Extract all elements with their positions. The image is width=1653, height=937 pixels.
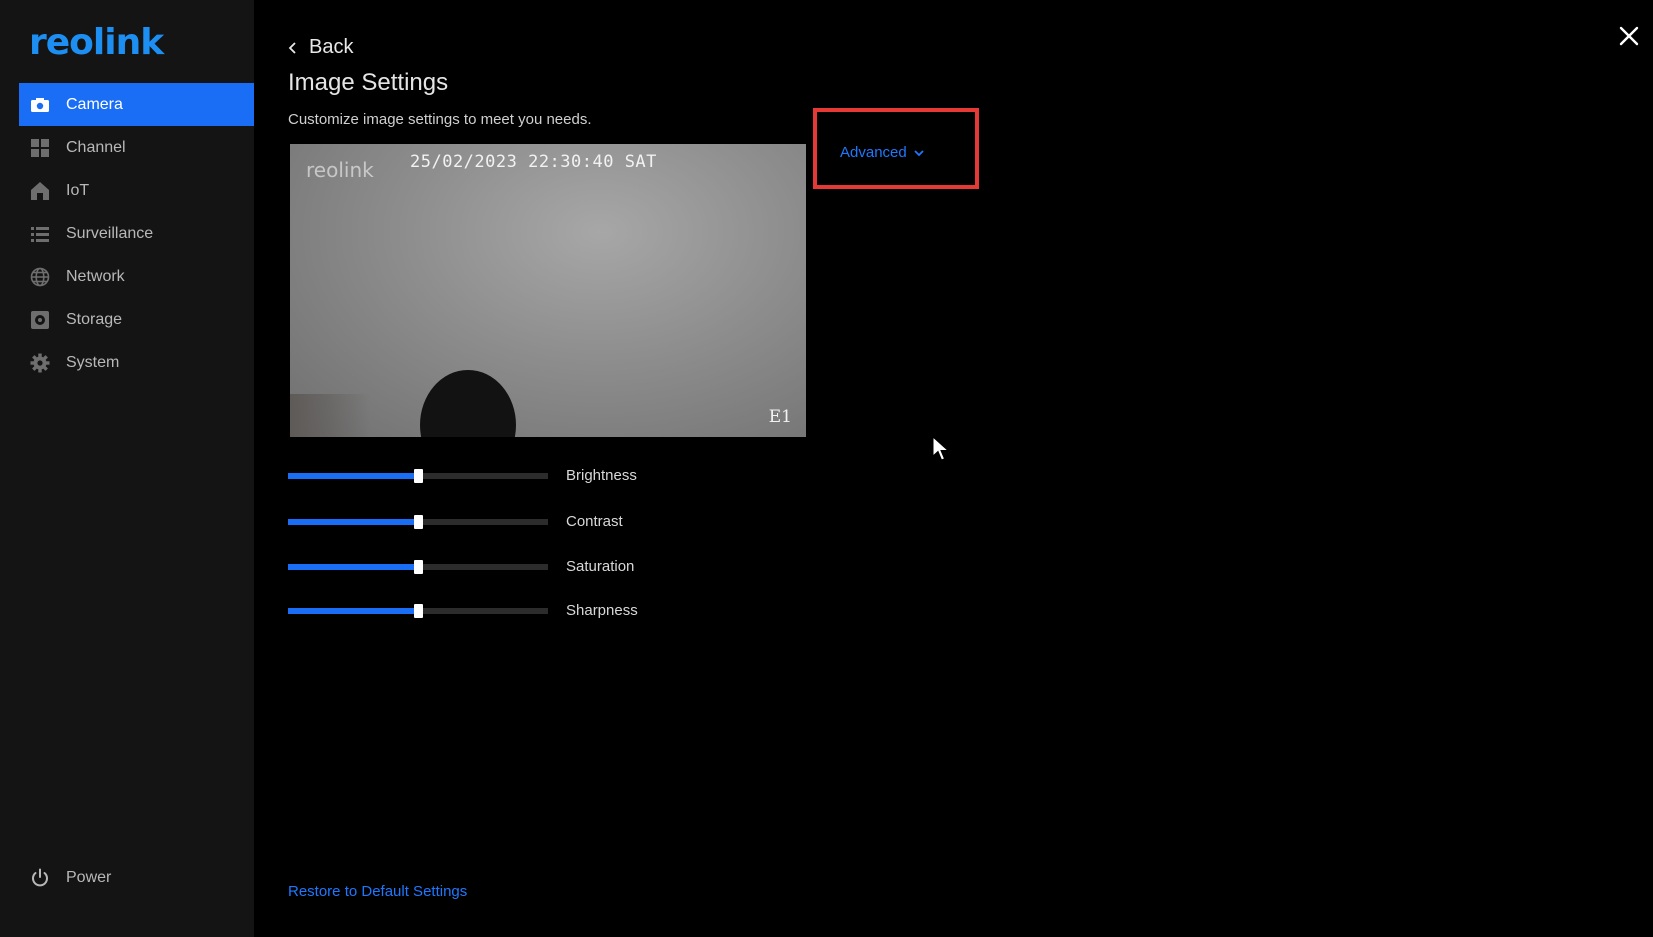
sidebar-item-storage[interactable]: Storage [19, 298, 254, 341]
sharpness-row: Sharpness [288, 601, 638, 619]
sidebar-item-label: Storage [66, 310, 123, 328]
sidebar-nav: Camera Channel IoT Surveillance Network … [19, 83, 254, 384]
back-label: Back [309, 36, 354, 58]
sidebar-item-system[interactable]: System [19, 341, 254, 384]
slider-handle[interactable] [414, 515, 423, 529]
contrast-label: Contrast [566, 512, 623, 530]
preview-watermark: reolink [306, 158, 374, 182]
preview-dark-object [420, 370, 516, 437]
page-subtitle: Customize image settings to meet you nee… [288, 111, 592, 128]
slider-fill [288, 519, 418, 525]
camera-preview: reolink 25/02/2023 22:30:40 SAT E1 [290, 144, 806, 437]
close-icon[interactable] [1617, 24, 1641, 48]
globe-icon [30, 267, 50, 287]
advanced-dropdown[interactable]: Advanced [840, 144, 925, 161]
saturation-row: Saturation [288, 557, 634, 575]
brightness-slider[interactable] [288, 466, 548, 484]
brightness-row: Brightness [288, 466, 637, 484]
contrast-row: Contrast [288, 512, 623, 530]
power-label: Power [66, 869, 112, 886]
sidebar-item-label: System [66, 353, 120, 371]
slider-fill [288, 608, 418, 614]
slider-fill [288, 473, 418, 479]
sidebar-item-channel[interactable]: Channel [19, 126, 254, 169]
advanced-label: Advanced [840, 144, 907, 161]
sharpness-slider[interactable] [288, 601, 548, 619]
back-button[interactable]: Back [287, 36, 353, 59]
slider-handle[interactable] [414, 469, 423, 483]
sidebar: reolink Camera Channel IoT Surveillance … [0, 0, 254, 937]
power-icon [30, 868, 50, 888]
sidebar-item-label: Camera [66, 95, 123, 113]
sidebar-item-label: Network [66, 267, 125, 285]
grid-icon [30, 138, 50, 158]
sidebar-item-surveillance[interactable]: Surveillance [19, 212, 254, 255]
camera-icon [30, 95, 50, 115]
list-icon [30, 224, 50, 244]
chevron-left-icon [288, 41, 296, 54]
slider-handle[interactable] [414, 604, 423, 618]
home-icon [30, 181, 50, 201]
contrast-slider[interactable] [288, 512, 548, 530]
app-window: reolink Camera Channel IoT Surveillance … [0, 0, 1653, 937]
preview-shadow [290, 394, 370, 437]
storage-icon [30, 310, 50, 330]
saturation-label: Saturation [566, 557, 635, 575]
page-title: Image Settings [288, 69, 449, 96]
gear-icon [30, 353, 50, 373]
sidebar-item-label: IoT [66, 181, 90, 199]
preview-timestamp: 25/02/2023 22:30:40 SAT [410, 152, 657, 172]
sidebar-item-iot[interactable]: IoT [19, 169, 254, 212]
mouse-cursor-icon [932, 436, 950, 461]
preview-channel-label: E1 [768, 407, 792, 427]
sidebar-item-network[interactable]: Network [19, 255, 254, 298]
reolink-logo: reolink [29, 22, 164, 63]
chevron-down-icon [914, 149, 924, 156]
sidebar-item-label: Channel [66, 138, 126, 156]
saturation-slider[interactable] [288, 557, 548, 575]
slider-handle[interactable] [414, 560, 423, 574]
slider-fill [288, 564, 418, 570]
sidebar-item-label: Surveillance [66, 224, 154, 242]
sharpness-label: Sharpness [566, 601, 638, 619]
restore-defaults-link[interactable]: Restore to Default Settings [288, 883, 467, 900]
sidebar-item-camera[interactable]: Camera [19, 83, 254, 126]
brightness-label: Brightness [566, 466, 637, 484]
power-button[interactable]: Power [30, 868, 111, 888]
